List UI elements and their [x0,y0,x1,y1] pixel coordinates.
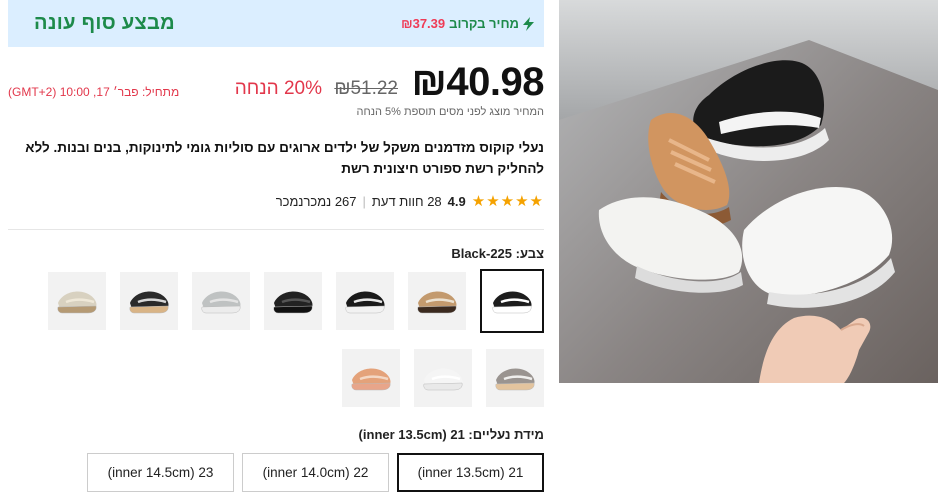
color-swatch-zebra[interactable] [486,349,544,407]
shoe-thumbnail [201,291,241,314]
color-swatch-cream[interactable] [48,272,106,330]
color-label: צבע: Black-225 [451,246,544,261]
color-swatch-orange[interactable] [342,349,400,407]
product-image[interactable] [559,0,938,383]
review-count[interactable]: 28 חוות דעת [372,194,442,209]
shoe-thumbnail [129,291,169,314]
color-swatch-tan[interactable] [408,272,466,330]
divider [8,229,544,230]
color-swatch-black-white[interactable] [336,272,394,330]
lightning-icon [523,16,534,31]
color-swatch-white[interactable] [414,349,472,407]
color-swatch-black-sole[interactable] [264,272,322,330]
tax-note: המחיר מוצג לפני מסים תוספת 5% הנחה [356,106,544,118]
size-option-1[interactable]: 21 (inner 13.5cm) [397,453,544,492]
shoe-thumbnail [351,368,391,391]
shoe-thumbnail [492,291,532,314]
sale-start-time: מתחיל: פבר׳ 17, 10:00 (GMT+2) [8,85,180,99]
color-swatch-black-gum[interactable] [120,272,178,330]
rating-score: 4.9 [447,193,466,209]
shoe-thumbnail [273,291,313,314]
upcoming-price: מחיר בקרוב ₪37.39 [401,16,534,31]
shoe-thumbnail [57,291,97,314]
product-info: מחיר בקרוב ₪37.39 מבצע סוף עונה ₪40.98 ₪… [8,0,545,496]
sale-title: מבצע סוף עונה [34,12,175,34]
upcoming-price-label: מחיר בקרוב [449,16,519,31]
shoe-thumbnail [417,291,457,314]
rating-row[interactable]: ★★★★★ 4.9 28 חוות דעת | 267 נמכרנמכר [276,192,544,210]
star-icon: ★★★★★ [471,193,544,210]
size-option-2[interactable]: 22 (inner 14.0cm) [242,453,389,492]
current-price: ₪40.98 [411,60,545,104]
color-swatches [8,269,544,407]
size-options: 21 (inner 13.5cm) 22 (inner 14.0cm) 23 (in… [87,453,544,492]
product-photo [559,0,938,383]
product-title: נעלי קוקוס מזדמנים משקל של ילדים ארוגים … [25,140,544,176]
price-row: ₪40.98 ₪51.22 20% הנחה מתחיל: פבר׳ 17, 1… [8,60,545,104]
color-swatch-grey[interactable] [192,272,250,330]
color-swatch-black-225[interactable] [480,269,544,333]
shoe-thumbnail [345,291,385,314]
sale-banner: מחיר בקרוב ₪37.39 מבצע סוף עונה [8,0,544,47]
upcoming-price-value: ₪37.39 [401,16,446,31]
discount-label: 20% הנחה [234,78,322,99]
shoe-thumbnail [423,368,463,391]
sold-count: 267 נמכרנמכר [275,193,357,209]
size-option-3[interactable]: 23 (inner 14.5cm) [87,453,234,492]
shoe-thumbnail [495,368,535,391]
original-price: ₪51.22 [334,78,398,99]
size-label: מידת נעליים: 21 (inner 13.5cm) [358,427,544,442]
separator: | [362,193,366,209]
